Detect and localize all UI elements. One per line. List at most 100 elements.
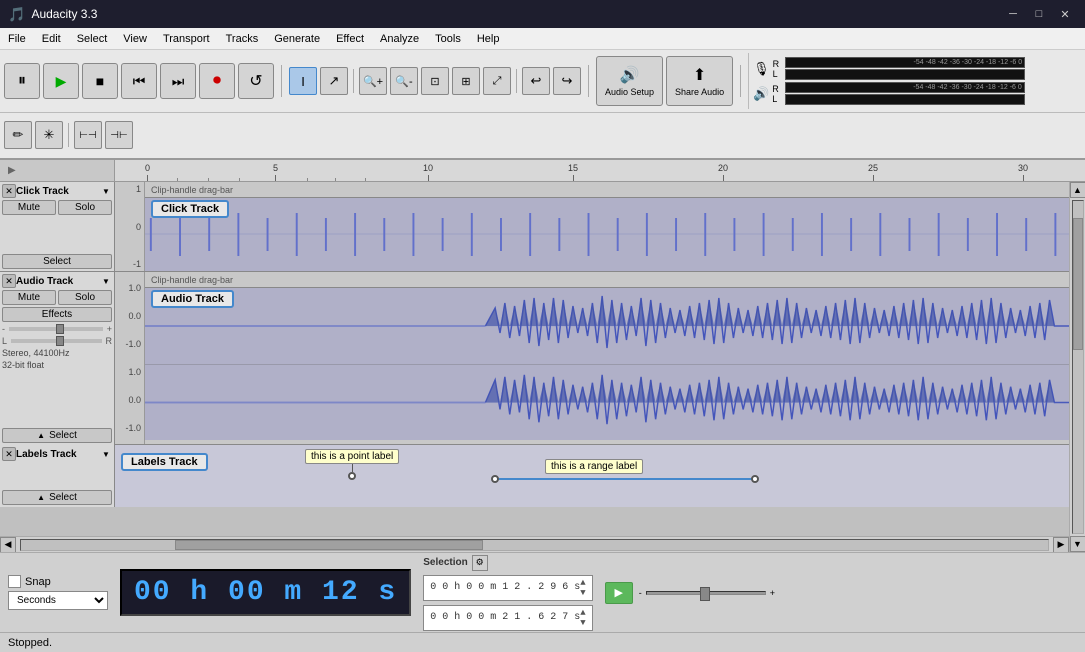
click-track-name: Click Track: [16, 186, 102, 197]
snap-checkbox[interactable]: [8, 575, 21, 588]
click-track-header: ✕ Click Track ▼ Mute Solo Select: [0, 182, 115, 271]
menu-help[interactable]: Help: [469, 28, 508, 50]
play-small-button[interactable]: ▶: [605, 582, 633, 604]
maximize-button[interactable]: □: [1027, 4, 1051, 24]
minimize-button[interactable]: ─: [1001, 4, 1025, 24]
menu-transport[interactable]: Transport: [155, 28, 218, 50]
audio-waveform-upper[interactable]: [145, 288, 1069, 364]
tracks-and-scroll: ✕ Click Track ▼ Mute Solo Select 1 0 -1: [0, 182, 1069, 552]
v-scroll-up[interactable]: ▲: [1070, 182, 1085, 198]
click-track-solo[interactable]: Solo: [58, 200, 112, 215]
audio-waveform-upper-svg: [145, 288, 1069, 364]
gain-slider[interactable]: [9, 327, 103, 331]
audio-setup-button[interactable]: 🔊 Audio Setup: [596, 56, 663, 106]
audio-track-mute[interactable]: Mute: [2, 290, 56, 305]
v-scroll-down[interactable]: ▼: [1070, 536, 1085, 552]
menu-edit[interactable]: Edit: [34, 28, 69, 50]
snap-label: Snap: [25, 576, 51, 588]
tool-star[interactable]: ✳: [35, 121, 63, 149]
pause-button[interactable]: ⏸: [4, 63, 40, 99]
ruler-left-space: ▶: [0, 160, 115, 181]
loop-button[interactable]: ↺: [238, 63, 274, 99]
record-button[interactable]: ⏺: [199, 63, 235, 99]
range-label-text: this is a range label: [545, 459, 643, 474]
audio-track-solo[interactable]: Solo: [58, 290, 112, 305]
sel-start-arrow[interactable]: ▲▼: [580, 578, 585, 598]
gain-minus[interactable]: -: [2, 324, 5, 334]
speed-slider[interactable]: [646, 591, 766, 595]
record-meter-bar: -54 -48 -42 -36 -30 -24 -18 -12 -6 0: [785, 57, 1025, 68]
click-waveform-canvas[interactable]: [145, 198, 1069, 271]
play-cursor-icon: ▶: [8, 165, 16, 176]
tool-fit-project[interactable]: ⊞: [452, 67, 480, 95]
pan-slider[interactable]: [11, 339, 101, 343]
share-audio-button[interactable]: ⬆ Share Audio: [666, 56, 733, 106]
labels-track-close[interactable]: ✕: [2, 447, 16, 461]
click-track-waveform[interactable]: Clip-handle drag-bar Click Track: [145, 182, 1069, 271]
play-button[interactable]: ▶: [43, 63, 79, 99]
menu-file[interactable]: File: [0, 28, 34, 50]
seconds-select[interactable]: Seconds: [8, 591, 108, 610]
menu-effect[interactable]: Effect: [328, 28, 372, 50]
speed-thumb[interactable]: [700, 587, 710, 601]
labels-track-select[interactable]: ▲ Select: [2, 490, 112, 505]
menu-generate[interactable]: Generate: [266, 28, 328, 50]
click-track-dropdown[interactable]: ▼: [102, 187, 112, 196]
tool-undo[interactable]: ↩: [522, 67, 550, 95]
sel-end-arrow[interactable]: ▲▼: [580, 608, 585, 628]
menu-select[interactable]: Select: [69, 28, 116, 50]
labels-track-dropdown[interactable]: ▼: [102, 450, 112, 459]
sel-end-value: 0 0 h 0 0 m 2 1 . 6 2 7 s: [430, 612, 580, 623]
h-scroll-left[interactable]: ◀: [0, 537, 16, 553]
tool-zoom-toggle[interactable]: ⤢: [483, 67, 511, 95]
selection-settings-icon[interactable]: ⚙: [472, 555, 488, 571]
tool-select[interactable]: I: [289, 67, 317, 95]
mic-icon: 🎙: [753, 61, 770, 77]
tool-fit-select[interactable]: ⊡: [421, 67, 449, 95]
labels-track-waveform[interactable]: Labels Track this is a point label this …: [115, 445, 1069, 507]
audio-track-waveform[interactable]: Clip-handle drag-bar Audio Track: [145, 272, 1069, 444]
tool-zoom-in[interactable]: 🔍+: [359, 67, 387, 95]
menu-view[interactable]: View: [115, 28, 155, 50]
click-track-select[interactable]: Select: [2, 254, 112, 269]
click-track-mute[interactable]: Mute: [2, 200, 56, 215]
tool-multiselect[interactable]: ↗: [320, 67, 348, 95]
skip-forward-button[interactable]: ⏭: [160, 63, 196, 99]
record-meter-bar2: [785, 69, 1025, 80]
minor-tick: [177, 178, 178, 181]
audio-waveform-lower[interactable]: [145, 364, 1069, 440]
audio-track-header: ✕ Audio Track ▼ Mute Solo Effects -: [0, 272, 115, 445]
statusbar: Stopped.: [0, 632, 1085, 652]
audio-track-dropdown[interactable]: ▼: [102, 277, 112, 286]
audio-track-select[interactable]: ▲ Select: [2, 428, 112, 443]
tool-redo[interactable]: ↪: [553, 67, 581, 95]
audio-track-close[interactable]: ✕: [2, 274, 16, 288]
menu-tracks[interactable]: Tracks: [218, 28, 267, 50]
audio-clip-handle: Clip-handle drag-bar: [145, 272, 1069, 288]
tool-trim-left[interactable]: ⊢⊣: [74, 121, 102, 149]
labels-track-name: Labels Track: [16, 449, 102, 460]
range-label-container: this is a range label: [495, 459, 755, 480]
tool-pencil[interactable]: ✏: [4, 121, 32, 149]
range-right-dot: [751, 475, 759, 483]
skip-back-button[interactable]: ⏮: [121, 63, 157, 99]
v-scrollbar-thumb[interactable]: [1073, 218, 1083, 351]
stop-button[interactable]: ■: [82, 63, 118, 99]
range-label-line: [495, 478, 755, 480]
selection-end: 0 0 h 0 0 m 2 1 . 6 2 7 s ▲▼: [423, 605, 592, 631]
h-scrollbar-track[interactable]: [20, 539, 1049, 551]
menu-tools[interactable]: Tools: [427, 28, 469, 50]
selection-section: Selection ⚙ 0 0 h 0 0 m 1 2 . 2 9 6 s ▲▼…: [423, 555, 592, 631]
h-scrollbar-thumb[interactable]: [175, 540, 483, 550]
click-track-close[interactable]: ✕: [2, 184, 16, 198]
tool-zoom-out[interactable]: 🔍-: [390, 67, 418, 95]
tool-trim-right[interactable]: ⊣⊢: [105, 121, 133, 149]
menu-analyze[interactable]: Analyze: [372, 28, 427, 50]
audio-track-effects[interactable]: Effects: [2, 307, 112, 322]
h-scroll-right[interactable]: ▶: [1053, 537, 1069, 553]
separator-2: [353, 69, 354, 93]
v-scrollbar-track[interactable]: [1072, 200, 1084, 534]
close-button[interactable]: ✕: [1053, 4, 1077, 24]
share-audio-label: Share Audio: [675, 87, 724, 97]
gain-plus[interactable]: +: [107, 324, 112, 334]
